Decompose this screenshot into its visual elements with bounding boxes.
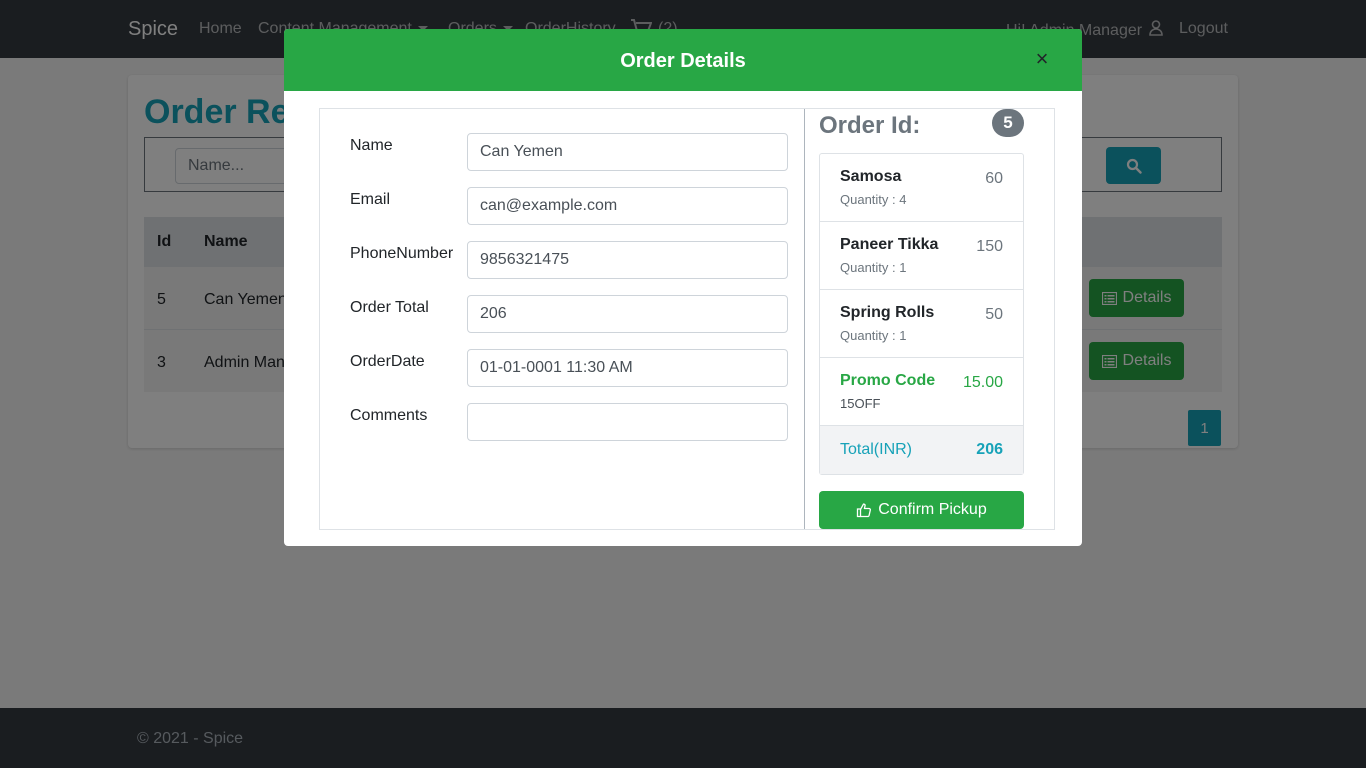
item-quantity: Quantity : 1 — [840, 328, 907, 343]
phone-field[interactable]: 9856321475 — [467, 241, 788, 279]
promo-code: 15OFF — [840, 396, 881, 411]
order-date-field[interactable]: 01-01-0001 11:30 AM — [467, 349, 788, 387]
promo-label: Promo Code — [840, 372, 936, 389]
promo-value: 15.00 — [962, 374, 1003, 391]
name-field[interactable]: Can Yemen — [467, 133, 788, 171]
email-field[interactable]: can@example.com — [467, 187, 788, 225]
modal-header: Order Details × — [284, 29, 1082, 91]
modal-body: Name Can Yemen Email can@example.com Pho… — [319, 108, 1055, 530]
item-quantity: Quantity : 4 — [840, 192, 907, 207]
item-name: Spring Rolls — [840, 304, 935, 321]
order-total-field[interactable]: 206 — [467, 295, 788, 333]
close-button[interactable]: × — [1032, 48, 1052, 71]
item-name: Paneer Tikka — [840, 236, 939, 253]
phone-label: PhoneNumber — [350, 245, 454, 262]
promo-row: Promo Code 15OFF 15.00 — [820, 358, 1023, 426]
order-id-label: Order Id: — [819, 112, 921, 139]
total-value: 206 — [976, 441, 1003, 458]
total-row: Total(INR) 206 — [820, 426, 1023, 474]
list-item: Spring Rolls Quantity : 1 50 — [820, 290, 1023, 358]
order-items-list: Samosa Quantity : 4 60 Paneer Tikka Quan… — [819, 153, 1024, 475]
item-price: 150 — [976, 238, 1003, 255]
item-price: 60 — [985, 170, 1003, 187]
item-price: 50 — [985, 306, 1003, 323]
order-date-label: OrderDate — [350, 353, 425, 370]
column-divider — [804, 109, 805, 529]
order-id-badge: 5 — [992, 109, 1024, 137]
total-label: Total(INR) — [840, 441, 913, 458]
list-item: Paneer Tikka Quantity : 1 150 — [820, 222, 1023, 290]
email-label: Email — [350, 191, 391, 208]
confirm-pickup-button[interactable]: Confirm Pickup — [819, 491, 1024, 529]
item-name: Samosa — [840, 168, 902, 185]
name-label: Name — [350, 137, 393, 154]
comments-field[interactable] — [467, 403, 788, 441]
order-details-modal: Order Details × Name Can Yemen Email can… — [284, 29, 1082, 546]
comments-label: Comments — [350, 407, 428, 424]
thumbs-up-icon — [857, 503, 872, 518]
list-item: Samosa Quantity : 4 60 — [820, 154, 1023, 222]
modal-title: Order Details — [620, 50, 746, 72]
confirm-pickup-label: Confirm Pickup — [878, 501, 987, 518]
item-quantity: Quantity : 1 — [840, 260, 907, 275]
order-total-label: Order Total — [350, 299, 429, 316]
